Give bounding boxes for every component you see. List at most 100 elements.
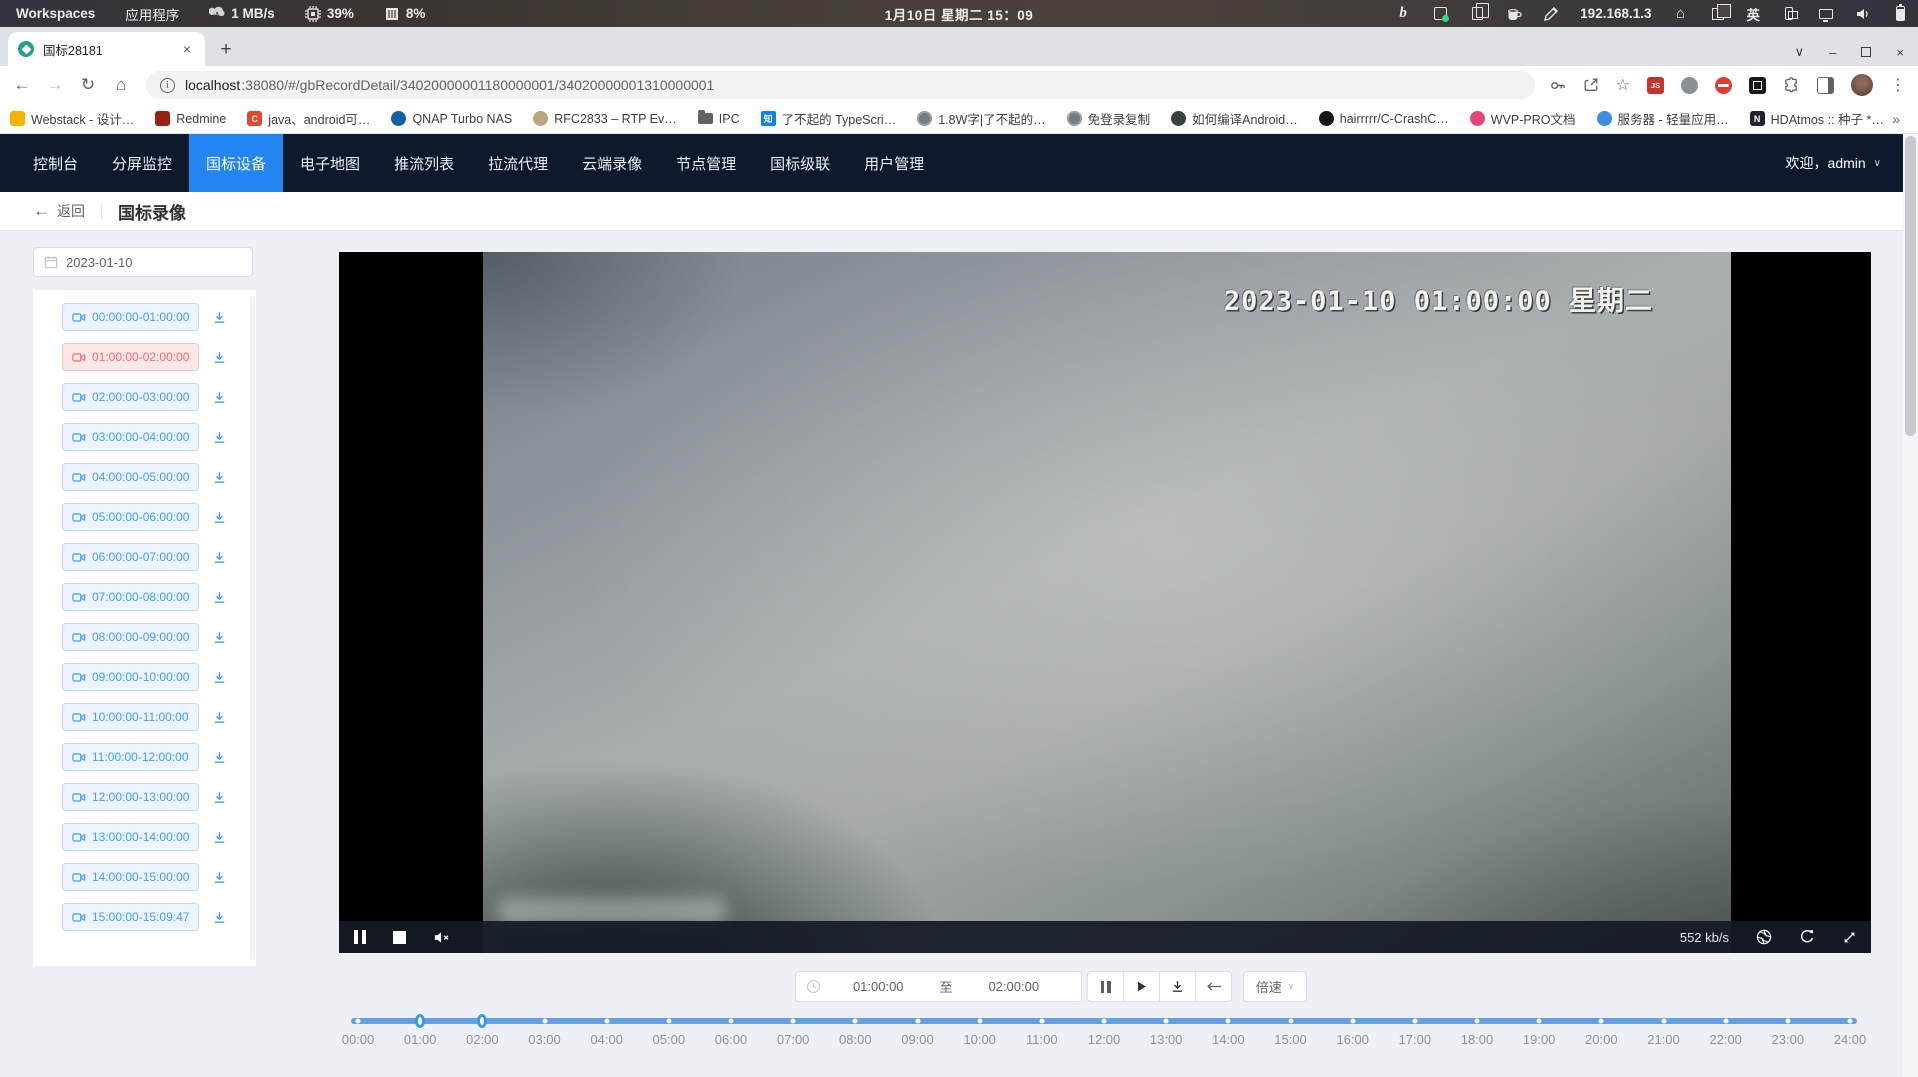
kdeconnect-tray-icon[interactable] [1781, 6, 1797, 22]
nav-tab[interactable]: 分屏监控 [95, 134, 189, 192]
recording-range-button[interactable]: 14:00:00-15:00:00 [62, 863, 199, 891]
bookmark-item[interactable]: RFC2833 – RTP Ev… [533, 111, 677, 126]
input-method-indicator[interactable]: 英 [1747, 4, 1761, 24]
download-button[interactable] [212, 510, 227, 525]
download-button[interactable] [212, 830, 227, 845]
fullscreen-icon[interactable] [1842, 930, 1857, 945]
download-button[interactable] [212, 350, 227, 365]
window-minimize-button[interactable]: – [1829, 45, 1836, 60]
browser-menu-icon[interactable]: ⋮ [1890, 75, 1906, 95]
timeline-slider[interactable]: 00:0001:0002:0003:0004:0005:0006:0007:00… [351, 1010, 1857, 1056]
nav-tab[interactable]: 云端录像 [565, 134, 659, 192]
bookmark-star-icon[interactable]: ☆ [1616, 75, 1630, 95]
download-button[interactable] [212, 750, 227, 765]
user-menu[interactable]: 欢迎，admin ∨ [1786, 134, 1903, 192]
browser-home-button[interactable]: ⌂ [110, 75, 132, 95]
workspaces-tray-icon[interactable] [1710, 6, 1726, 22]
download-button[interactable] [212, 630, 227, 645]
bookmark-item[interactable]: 服务器 - 轻量应用… [1597, 109, 1729, 128]
new-tab-button[interactable]: + [213, 37, 239, 63]
recording-range-button[interactable]: 02:00:00-03:00:00 [62, 383, 199, 411]
applications-menu[interactable]: 应用程序 [125, 4, 179, 24]
range-start-value[interactable]: 01:00:00 [821, 979, 936, 994]
pause-button[interactable] [1087, 971, 1124, 1002]
nav-tab[interactable]: 节点管理 [659, 134, 753, 192]
bookmark-item[interactable]: hairrrrr/C-CrashC… [1319, 111, 1449, 126]
workspaces-button[interactable]: Workspaces [16, 6, 95, 21]
bookmark-item[interactable]: Webstack - 设计… [10, 109, 134, 128]
nav-tab[interactable]: 推流列表 [377, 134, 471, 192]
download-button[interactable] [212, 790, 227, 805]
recording-range-button[interactable]: 04:00:00-05:00:00 [62, 463, 199, 491]
home-tray-icon[interactable]: ⌂ [1673, 6, 1689, 22]
download-button[interactable] [212, 470, 227, 485]
bookmark-item[interactable]: N HDAtmos :: 种子 *… [1750, 109, 1884, 128]
recording-range-button[interactable]: 10:00:00-11:00:00 [62, 703, 199, 731]
download-range-button[interactable] [1159, 971, 1196, 1002]
back-button[interactable]: ← [11, 75, 33, 95]
cpu-indicator[interactable]: 39% [305, 6, 354, 22]
download-button[interactable] [212, 670, 227, 685]
share-icon[interactable] [1583, 77, 1599, 93]
snapshot-aperture-icon[interactable] [1756, 929, 1772, 945]
play-button[interactable] [1123, 971, 1160, 1002]
battery-tray-icon[interactable] [1892, 6, 1908, 22]
bookmarks-overflow-icon[interactable]: » [1892, 111, 1918, 127]
color-picker-tray-icon[interactable] [1543, 6, 1559, 22]
bookmark-item[interactable]: 1.8W字|了不起的… [917, 109, 1045, 128]
bookmark-item[interactable]: QNAP Turbo NAS [391, 111, 512, 126]
recording-range-button[interactable]: 03:00:00-04:00:00 [62, 423, 199, 451]
recording-range-button[interactable]: 13:00:00-14:00:00 [62, 823, 199, 851]
playback-speed-dropdown[interactable]: 倍速 ∨ [1243, 971, 1307, 1002]
video-player[interactable]: 2023-01-10 01:00:00 星期二 552 kb/s [339, 252, 1871, 953]
recording-range-button[interactable]: 06:00:00-07:00:00 [62, 543, 199, 571]
recording-range-button[interactable]: 05:00:00-06:00:00 [62, 503, 199, 531]
nav-tab[interactable]: 拉流代理 [471, 134, 565, 192]
site-info-icon[interactable]: i [160, 78, 175, 93]
page-scrollbar[interactable] [1903, 134, 1918, 1077]
extension-blocker-icon[interactable] [1715, 77, 1732, 94]
nav-tab[interactable]: 国标设备 [189, 134, 283, 192]
scrollbar-thumb[interactable] [1905, 136, 1916, 436]
recording-range-button[interactable]: 11:00:00-12:00:00 [62, 743, 199, 771]
browser-tab[interactable]: 国标28181 × [8, 32, 205, 66]
recording-range-button[interactable]: 15:00:00-15:09:47 [62, 903, 199, 931]
forward-button[interactable]: → [44, 75, 66, 95]
timeline-handle[interactable] [415, 1014, 425, 1028]
back-link[interactable]: ← 返回 [33, 201, 85, 221]
clipboard-tray-icon[interactable] [1469, 6, 1485, 22]
download-button[interactable] [212, 910, 227, 925]
player-stop-icon[interactable] [393, 931, 406, 944]
ip-address[interactable]: 192.168.1.3 [1580, 6, 1651, 21]
range-end-value[interactable]: 02:00:00 [957, 979, 1072, 994]
refresh-icon[interactable] [1799, 929, 1815, 945]
bookmark-item[interactable]: Redmine [155, 111, 226, 126]
extension-js-icon[interactable]: JS [1647, 77, 1664, 94]
bookmark-item[interactable]: 如何编译Android… [1171, 109, 1298, 128]
extension-dark-icon[interactable] [1749, 77, 1766, 94]
player-mute-icon[interactable] [433, 930, 451, 945]
caffeine-tray-icon[interactable] [1506, 6, 1522, 22]
seek-back-button[interactable] [1195, 971, 1232, 1002]
download-button[interactable] [212, 710, 227, 725]
bookmark-item[interactable]: C java、android可… [247, 109, 370, 128]
nav-tab[interactable]: 电子地图 [283, 134, 377, 192]
recording-range-button[interactable]: 01:00:00-02:00:00 [62, 343, 199, 371]
nav-tab[interactable]: 用户管理 [847, 134, 941, 192]
recording-range-button[interactable]: 00:00:00-01:00:00 [62, 303, 199, 331]
player-pause-icon[interactable] [354, 930, 366, 944]
download-button[interactable] [212, 550, 227, 565]
clock[interactable]: 1月10日 星期二 15：09 [885, 4, 1034, 24]
window-maximize-button[interactable] [1861, 47, 1871, 57]
date-picker-input[interactable]: 2023-01-10 [33, 247, 253, 277]
memory-indicator[interactable]: 8% [384, 6, 426, 22]
address-bar[interactable]: i localhost:38080/#/gbRecordDetail/34020… [146, 71, 1535, 99]
nav-tab[interactable]: 国标级联 [753, 134, 847, 192]
bookmark-item[interactable]: IPC [698, 112, 740, 126]
recording-range-button[interactable]: 08:00:00-09:00:00 [62, 623, 199, 651]
download-button[interactable] [212, 590, 227, 605]
display-tray-icon[interactable] [1818, 6, 1834, 22]
window-close-button[interactable]: × [1896, 45, 1904, 60]
notes-tray-icon[interactable] [1432, 6, 1448, 22]
bing-tray-icon[interactable]: b [1395, 6, 1411, 22]
